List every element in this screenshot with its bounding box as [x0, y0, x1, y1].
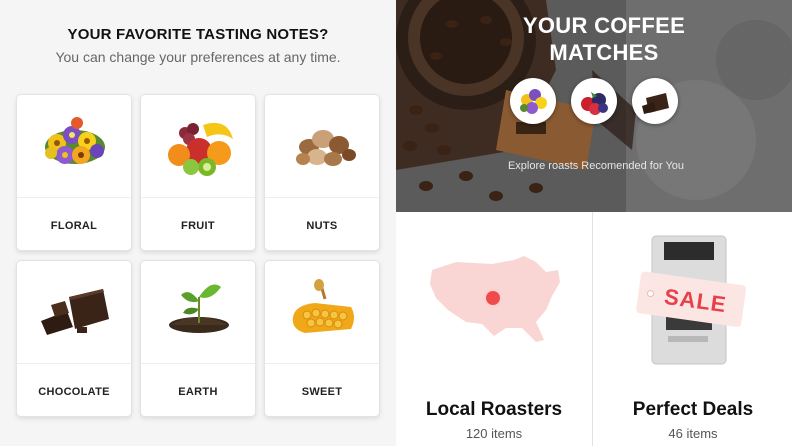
- note-card-fruit[interactable]: FRUIT: [140, 94, 256, 251]
- perfect-deals-tile[interactable]: SALE Perfect Deals 46 items: [594, 212, 792, 446]
- note-image: [265, 95, 379, 198]
- coffee-matches-hero[interactable]: YOUR COFFEE MATCHES Explore roasts Recom…: [396, 0, 792, 212]
- nuts-icon: [296, 130, 356, 166]
- note-label: CHOCOLATE: [38, 385, 110, 398]
- honeycomb-icon: [292, 279, 354, 333]
- perfect-deals-title: Perfect Deals: [632, 399, 754, 420]
- usa-map-icon: [430, 256, 560, 342]
- flowers-icon: [45, 117, 105, 164]
- chocolate-icon: [642, 93, 669, 114]
- match-floral[interactable]: [510, 78, 556, 124]
- note-image: [141, 95, 255, 198]
- match-berries[interactable]: [571, 78, 617, 124]
- note-card-earth[interactable]: EARTH: [140, 260, 256, 417]
- berries-icon: [581, 92, 608, 115]
- note-image: [265, 261, 379, 364]
- note-card-sweet[interactable]: SWEET: [264, 260, 380, 417]
- app-screen: YOUR FAVORITE TASTING NOTES? You can cha…: [0, 0, 792, 446]
- note-image: [17, 95, 131, 198]
- coffee-matches-title: YOUR COFFEE MATCHES: [522, 13, 686, 65]
- tasting-notes-title: YOUR FAVORITE TASTING NOTES?: [67, 26, 329, 43]
- note-image: [17, 261, 131, 364]
- note-label: NUTS: [306, 219, 338, 232]
- note-card-chocolate[interactable]: CHOCOLATE: [16, 260, 132, 417]
- local-roasters-count: 120 items: [465, 426, 523, 441]
- fruit-icon: [168, 122, 233, 176]
- local-roasters-title: Local Roasters: [425, 399, 563, 420]
- tasting-notes-panel: YOUR FAVORITE TASTING NOTES? You can cha…: [0, 0, 396, 446]
- tasting-notes-subtitle: You can change your preferences at any t…: [55, 49, 341, 65]
- match-chocolate[interactable]: [632, 78, 678, 124]
- note-label: FLORAL: [50, 219, 98, 232]
- flowers-icon: [520, 89, 547, 114]
- perfect-deals-count: 46 items: [668, 426, 718, 441]
- note-label: SWEET: [301, 385, 343, 398]
- note-card-nuts[interactable]: NUTS: [264, 94, 380, 251]
- note-label: EARTH: [178, 385, 218, 398]
- chocolate-icon: [41, 289, 109, 335]
- note-image: [141, 261, 255, 364]
- note-label: FRUIT: [181, 219, 215, 232]
- note-card-floral[interactable]: FLORAL: [16, 94, 132, 251]
- coffee-matches-subtitle: Explore roasts Recomended for You: [507, 160, 685, 172]
- local-roasters-tile[interactable]: Local Roasters 120 items: [396, 212, 593, 446]
- sprout-icon: [169, 284, 229, 333]
- coffee-matches-panel: YOUR COFFEE MATCHES Explore roasts Recom…: [396, 0, 792, 446]
